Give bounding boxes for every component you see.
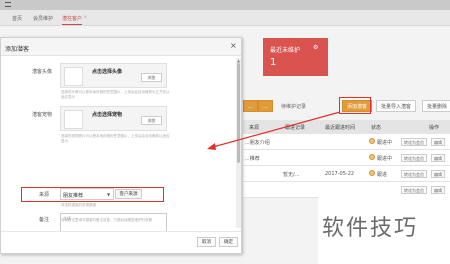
edit-button[interactable]: 编辑 [431, 186, 445, 194]
watermark-text: 软件技巧 [322, 216, 419, 241]
close-icon[interactable]: × [230, 42, 237, 50]
tab-bar: 首页 会员维护 潜在客户 × [0, 10, 450, 26]
cell-date: 2017-05-22 [325, 171, 355, 177]
scroll-thumb[interactable] [237, 63, 240, 163]
edit-button[interactable]: 编辑 [431, 138, 445, 146]
add-customer-dialog: 添加潜客 × ▲ 潜客头像 点击选择头像 浏览 选择的头像可以是本地存储的任意图… [0, 37, 242, 254]
bulk-import-button[interactable]: 批量导入潜客 [376, 100, 417, 112]
column-header-actions: 操作 [429, 125, 440, 131]
cell-status: 跟进中 [377, 156, 393, 162]
pet-browse-button[interactable]: 浏览 [141, 116, 162, 125]
convert-member-button[interactable]: 转化为会员 [401, 138, 427, 146]
top-bar [0, 0, 450, 10]
source-select-value: 朋友推荐 [63, 193, 84, 199]
customer-source-button[interactable]: 客户来源 [115, 189, 142, 199]
cell-source: ...推荐 [245, 156, 260, 162]
status-dot-icon [369, 170, 375, 176]
stat-card-recent-unmaintained: 最近未维护 ⚙ 1 [263, 38, 328, 76]
convert-member-button[interactable]: 转化为会员 [401, 186, 427, 194]
tab-label: 潜在客户 [62, 16, 83, 22]
cancel-button[interactable]: 取消 [197, 237, 216, 247]
pet-upload[interactable]: 点击选择宠物 浏览 [60, 106, 167, 131]
cell-status: 跟进中 [377, 140, 393, 146]
convert-member-button[interactable]: 转化为会员 [401, 170, 427, 178]
avatar-label: 潜客头像 [32, 69, 53, 75]
dialog-scrollbar[interactable]: ▲ [236, 58, 241, 228]
source-select[interactable]: 朋友推荐 ▼ [60, 188, 114, 200]
remark-hint: 可以在这里填写潜客的备注信息，方便后续跟进维护时查看 [61, 218, 152, 222]
table-row[interactable]: ...推荐 跟进中 转化为会员 编辑 [243, 150, 450, 166]
dialog-footer: 可以在这里填写潜客的备注信息，方便后续跟进维护时查看 取消 确定 [1, 218, 241, 253]
avatar-upload[interactable]: 点击选择头像 浏览 [60, 63, 167, 88]
edit-button[interactable]: 编辑 [431, 154, 445, 162]
confirm-button[interactable]: 确定 [219, 237, 238, 247]
source-label: 来源 [39, 192, 50, 198]
customer-table: 来源 跟进记录 最近跟进时间 状态 操作 ...朋友介绍 跟进中 转化为会员 编… [243, 120, 450, 198]
column-header-last-follow: 最近跟进时间 [325, 125, 356, 131]
pet-upload-text: 点击选择宠物 [92, 112, 123, 118]
table-row[interactable]: 暂无/... 2017-05-22 跟进 转化为会员 编辑 [243, 166, 450, 182]
toolbar-button-1[interactable]: ... [243, 100, 258, 112]
avatar-hint: 选择的头像可以是本地存储的任意图片，上传后会自动裁剪为正方形以适应显示 [61, 90, 170, 99]
card-value: 1 [270, 57, 277, 68]
column-header-follow: 跟进记录 [285, 125, 306, 131]
avatar-browse-button[interactable]: 浏览 [141, 73, 162, 82]
cell-source: ...朋友介绍 [245, 140, 270, 146]
gear-icon[interactable]: ⚙ [313, 44, 318, 51]
tab-potential-customers[interactable]: 潜在客户 × [62, 14, 87, 25]
column-header-status: 状态 [371, 125, 382, 131]
remark-label: 备注 [39, 217, 50, 223]
convert-member-button[interactable]: 转化为会员 [401, 154, 427, 162]
menu-icon[interactable] [5, 2, 11, 7]
chevron-down-icon: ▼ [107, 192, 111, 197]
status-dot-icon [369, 138, 375, 144]
pet-hint: 选择的宠物照片可以是本地存储的任意图片，上传后会自动裁剪以适应显示 [61, 134, 170, 143]
status-dot-icon [369, 154, 375, 160]
source-hint: 请选择潜客的来源渠道 [61, 203, 96, 207]
tab-member-maintenance[interactable]: 会员维护 [33, 15, 53, 22]
pending-records-label: 待维护记录 [281, 104, 307, 110]
pet-label: 潜客宠物 [32, 112, 53, 118]
column-header-source: 来源 [249, 125, 260, 131]
toolbar-button-2[interactable]: ... [258, 100, 273, 112]
tab-home[interactable]: 首页 [12, 15, 22, 22]
dialog-title: 添加潜客 [5, 46, 30, 53]
cell-follow: 暂无/... [283, 172, 300, 178]
avatar-thumbnail [64, 67, 83, 86]
dialog-header: 添加潜客 × [1, 38, 241, 56]
cell-status: 跟进 [377, 172, 388, 178]
add-customer-highlight [339, 97, 371, 114]
card-title: 最近未维护 [270, 47, 301, 54]
avatar-upload-text: 点击选择头像 [92, 69, 123, 75]
table-header: 来源 跟进记录 最近跟进时间 状态 操作 [243, 120, 450, 134]
table-row[interactable]: ...朋友介绍 跟进中 转化为会员 编辑 [243, 134, 450, 150]
pet-thumbnail [64, 110, 83, 129]
tab-close-icon[interactable]: × [84, 14, 87, 19]
bulk-delete-button[interactable]: 批量删除 [422, 100, 450, 112]
edit-button[interactable]: 编辑 [431, 170, 445, 178]
